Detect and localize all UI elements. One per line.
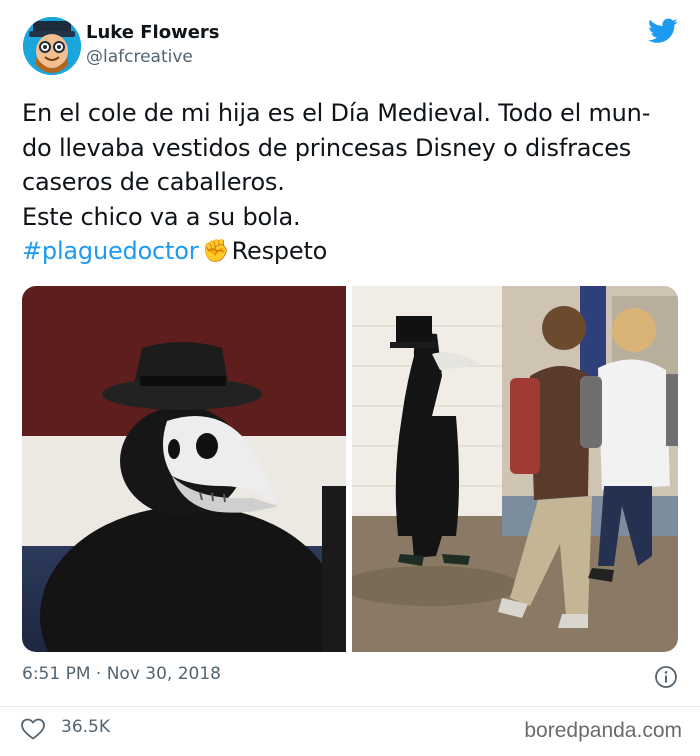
author-display-name[interactable]: Luke Flowers xyxy=(86,22,220,44)
tweet-photo-school-hallway[interactable] xyxy=(352,286,678,652)
tweet-header: Luke Flowers @lafcreative xyxy=(20,14,680,78)
tweet-hashtag-line: #plaguedoctor ✊Respeto xyxy=(22,234,682,270)
tweet-line: caseros de caballeros. xyxy=(22,168,285,196)
author-names: Luke Flowers @lafcreative xyxy=(86,22,220,68)
twitter-bird-icon[interactable] xyxy=(648,18,678,44)
boredpanda-watermark: boredpanda.com xyxy=(524,719,682,742)
author-handle[interactable]: @lafcreative xyxy=(86,46,220,68)
tweet-photo-plague-doctor-closeup[interactable] xyxy=(22,286,346,652)
hashtag-link[interactable]: #plaguedoctor xyxy=(22,237,199,265)
heart-icon[interactable] xyxy=(20,717,46,741)
like-count: 36.5K xyxy=(61,717,110,737)
tweet-timestamp[interactable]: 6:51 PM · Nov 30, 2018 xyxy=(22,664,221,684)
raised-fist-emoji: ✊ xyxy=(202,239,230,264)
info-icon[interactable] xyxy=(654,665,678,689)
tweet-line: do llevaba vestidos de princesas Disney … xyxy=(22,133,632,162)
tweet-closing-word: Respeto xyxy=(231,237,328,265)
tweet-text: En el cole de mi hija es el Día Medieval… xyxy=(22,96,682,270)
tweet-line: En el cole de mi hija es el Día Medieval… xyxy=(22,99,651,127)
divider xyxy=(0,706,700,707)
tweet-line: Este chico va a su bola. xyxy=(22,202,301,231)
avatar[interactable] xyxy=(23,17,81,75)
